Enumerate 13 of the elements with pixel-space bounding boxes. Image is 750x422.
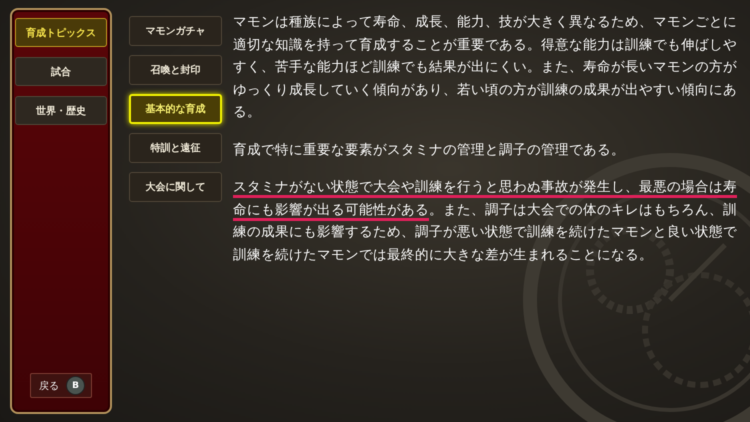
paragraph: マモンは種族によって寿命、成長、能力、技が大きく異なるため、マモンごとに適切な知識を持って育成することが重要である。得意な能力は訓練でも伸ばしやすく、苦手な能力ほど訓練でも結果が出にくい。また、寿命が長いマモンの方がゆっくり成長していく傾向があり、若い頃の方が訓練の成果が出やすい傾向にある。 xyxy=(233,13,738,122)
topic-tab[interactable]: 基本的な育成 xyxy=(129,94,222,124)
topic-tab[interactable]: 召喚と封印 xyxy=(129,55,222,85)
back-button[interactable]: 戻る B xyxy=(30,373,92,398)
category-tab[interactable]: 育成トピックス xyxy=(15,18,107,47)
topic-tab[interactable]: 大会に関して xyxy=(129,172,222,202)
topic-tab[interactable]: 特訓と遠征 xyxy=(129,133,222,163)
category-tab[interactable]: 世界・歴史 xyxy=(15,96,107,125)
b-key-icon: B xyxy=(66,376,85,395)
paragraph: スタミナがない状態で大会や訓練を行うと思わぬ事故が発生し、最悪の場合は寿命にも影響が出る可能性がある。また、調子は大会での体のキレはもちろん、訓練の成果にも影響するため、調子が悪い状態で訓練を続けたマモンと良い状態で訓練を続けたマモンでは最終的に大きな差が生まれることになる。 xyxy=(233,178,738,264)
category-tab[interactable]: 試合 xyxy=(15,57,107,86)
paragraph: 育成で特に重要な要素がスタミナの管理と調子の管理である。 xyxy=(233,140,626,160)
topic-tab[interactable]: マモンガチャ xyxy=(129,16,222,46)
